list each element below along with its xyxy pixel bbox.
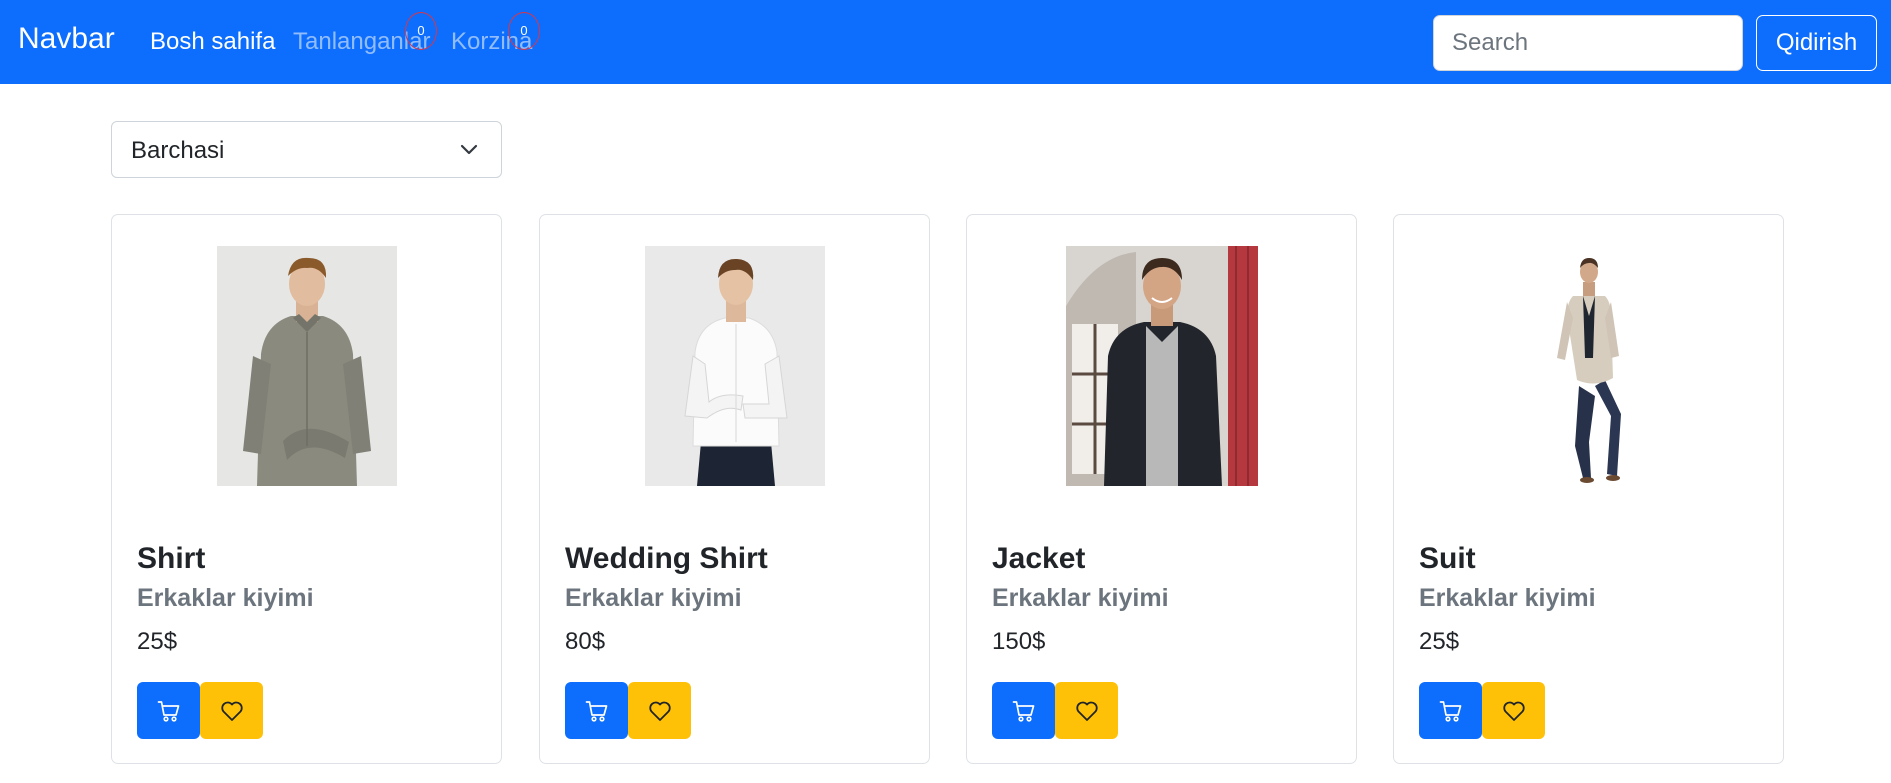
product-card: Wedding Shirt Erkaklar kiyimi 80$: [539, 214, 930, 764]
add-to-favorites-button[interactable]: [628, 682, 691, 739]
product-title: Wedding Shirt: [565, 542, 768, 575]
favorites-count-badge: 0: [405, 12, 437, 50]
product-image: [1065, 246, 1258, 486]
product-price: 25$: [1419, 628, 1460, 655]
product-category: Erkaklar kiyimi: [565, 584, 742, 612]
cart-icon: [157, 701, 180, 722]
product-image: [1498, 246, 1679, 486]
heart-icon: [1076, 701, 1098, 721]
product-price: 150$: [992, 628, 1046, 655]
add-to-cart-button[interactable]: [137, 682, 200, 739]
category-select-value: Barchasi: [131, 137, 225, 164]
product-card: Suit Erkaklar kiyimi 25$: [1393, 214, 1784, 764]
heart-icon: [649, 701, 671, 721]
add-to-cart-button[interactable]: [992, 682, 1055, 739]
add-to-favorites-button[interactable]: [1482, 682, 1545, 739]
product-image: [644, 246, 825, 486]
category-select[interactable]: Barchasi: [111, 121, 502, 178]
product-title: Jacket: [992, 542, 1086, 575]
add-to-favorites-button[interactable]: [200, 682, 263, 739]
navbar: Navbar Bosh sahifa Tanlanganlar 0 Korzin…: [0, 0, 1891, 84]
product-category: Erkaklar kiyimi: [992, 584, 1169, 612]
heart-icon: [221, 701, 243, 721]
add-to-cart-button[interactable]: [565, 682, 628, 739]
product-title: Suit: [1419, 542, 1476, 575]
product-title: Shirt: [137, 542, 206, 575]
cart-count-badge: 0: [508, 12, 540, 50]
product-card: Jacket Erkaklar kiyimi 150$: [966, 214, 1357, 764]
chevron-down-icon: [460, 144, 478, 155]
product-category: Erkaklar kiyimi: [137, 584, 314, 612]
product-card: Shirt Erkaklar kiyimi 25$: [111, 214, 502, 764]
nav-link-home[interactable]: Bosh sahifa: [150, 28, 275, 56]
heart-icon: [1503, 701, 1525, 721]
navbar-brand[interactable]: Navbar: [18, 22, 115, 56]
add-to-cart-button[interactable]: [1419, 682, 1482, 739]
search-button[interactable]: Qidirish: [1756, 15, 1877, 71]
search-input[interactable]: [1433, 15, 1743, 71]
product-price: 80$: [565, 628, 606, 655]
add-to-favorites-button[interactable]: [1055, 682, 1118, 739]
product-category: Erkaklar kiyimi: [1419, 584, 1596, 612]
cart-icon: [1012, 701, 1035, 722]
cart-icon: [1439, 701, 1462, 722]
product-image: [216, 246, 397, 486]
cart-icon: [585, 701, 608, 722]
product-price: 25$: [137, 628, 178, 655]
